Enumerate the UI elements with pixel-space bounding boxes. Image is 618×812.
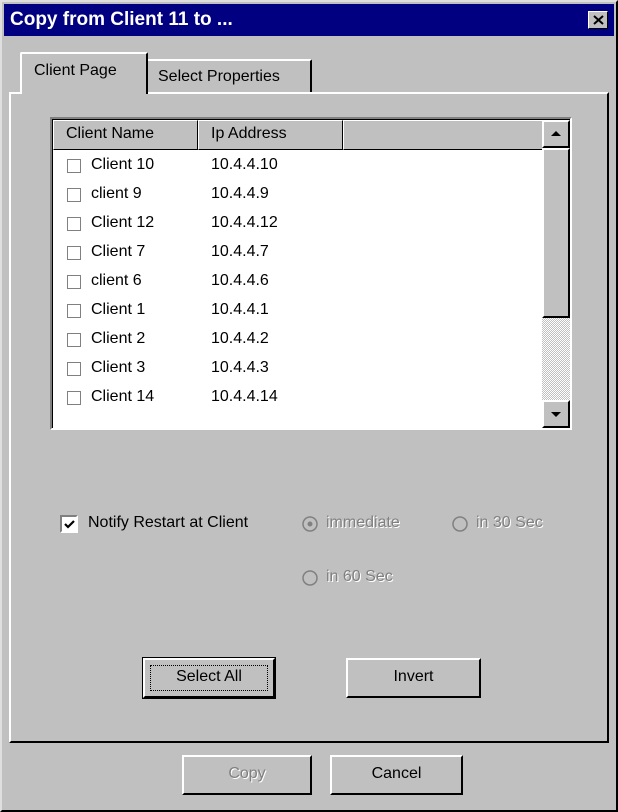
list-header: Client Name Ip Address (53, 120, 543, 150)
list-item[interactable]: client 9 10.4.4.9 (53, 181, 543, 210)
select-all-button[interactable]: Select All (142, 657, 276, 699)
copy-label: Copy (228, 765, 266, 782)
checkmark-icon (64, 520, 75, 529)
client-ip: 10.4.4.3 (211, 359, 269, 376)
column-header-empty[interactable] (343, 120, 543, 150)
invert-label: Invert (393, 668, 434, 685)
client-name: Client 2 (91, 330, 146, 347)
radio-unselected-icon (302, 570, 318, 586)
client-ip: 10.4.4.12 (211, 214, 278, 231)
cancel-label: Cancel (371, 765, 422, 782)
tab-select-properties-label: Select Properties (158, 68, 280, 85)
client-ip: 10.4.4.1 (211, 301, 269, 318)
client-ip: 10.4.4.2 (211, 330, 269, 347)
scroll-up-button[interactable] (542, 120, 570, 148)
tab-client-page-label: Client Page (34, 62, 117, 79)
notify-restart-label: Notify Restart at Client (88, 514, 249, 531)
list-item[interactable]: Client 14 10.4.4.14 (53, 384, 543, 413)
row-checkbox[interactable] (67, 246, 81, 260)
row-checkbox[interactable] (67, 362, 81, 376)
list-item[interactable]: Client 3 10.4.4.3 (53, 355, 543, 384)
arrow-up-icon (551, 131, 561, 136)
list-item[interactable]: Client 12 10.4.4.12 (53, 210, 543, 239)
title-bar[interactable]: Copy from Client 11 to ... (4, 4, 614, 36)
row-checkbox[interactable] (67, 188, 81, 202)
row-checkbox[interactable] (67, 333, 81, 347)
radio-in-30-sec-label: in 30 Sec (476, 514, 543, 531)
client-ip: 10.4.4.7 (211, 243, 269, 260)
row-checkbox[interactable] (67, 275, 81, 289)
client-list[interactable]: Client Name Ip Address Client 10 10.4.4.… (50, 117, 572, 430)
row-checkbox[interactable] (67, 391, 81, 405)
column-header-ip-address[interactable]: Ip Address (198, 120, 343, 150)
client-ip: 10.4.4.14 (211, 388, 278, 405)
column-header-ip-address-label: Ip Address (211, 125, 287, 142)
close-icon (593, 15, 604, 25)
list-item[interactable]: Client 1 10.4.4.1 (53, 297, 543, 326)
list-item[interactable]: Client 10 10.4.4.10 (53, 152, 543, 181)
client-name: Client 7 (91, 243, 146, 260)
client-ip: 10.4.4.10 (211, 156, 278, 173)
client-name: Client 3 (91, 359, 146, 376)
focus-rect (150, 665, 268, 691)
radio-immediate-label: immediate (326, 514, 400, 531)
radio-unselected-icon (452, 516, 468, 532)
client-name: client 6 (91, 272, 142, 289)
column-header-client-name[interactable]: Client Name (53, 120, 198, 150)
client-name: Client 14 (91, 388, 155, 405)
radio-in-60-sec-label: in 60 Sec (326, 568, 393, 585)
notify-restart-checkbox-box[interactable] (60, 515, 78, 533)
tab-client-page[interactable]: Client Page (20, 52, 148, 94)
invert-button[interactable]: Invert (346, 658, 481, 698)
column-header-client-name-label: Client Name (66, 125, 155, 142)
tab-select-properties[interactable]: Select Properties (146, 59, 312, 93)
cancel-button[interactable]: Cancel (330, 755, 463, 795)
list-rows: Client 10 10.4.4.10 client 9 10.4.4.9 Cl… (53, 152, 543, 413)
scroll-down-button[interactable] (542, 400, 570, 428)
client-name: Client 12 (91, 214, 155, 231)
arrow-down-icon (551, 412, 561, 417)
row-checkbox[interactable] (67, 304, 81, 318)
client-name: Client 1 (91, 301, 146, 318)
list-item[interactable]: Client 7 10.4.4.7 (53, 239, 543, 268)
scroll-thumb[interactable] (542, 148, 570, 318)
client-name: client 9 (91, 185, 142, 202)
client-ip: 10.4.4.6 (211, 272, 269, 289)
copy-button[interactable]: Copy (182, 755, 312, 795)
radio-selected-icon (302, 516, 318, 532)
client-ip: 10.4.4.9 (211, 185, 269, 202)
row-checkbox[interactable] (67, 159, 81, 173)
window-title: Copy from Client 11 to ... (10, 9, 233, 30)
row-checkbox[interactable] (67, 217, 81, 231)
list-item[interactable]: client 6 10.4.4.6 (53, 268, 543, 297)
vertical-scrollbar[interactable] (542, 120, 570, 428)
list-item[interactable]: Client 2 10.4.4.2 (53, 326, 543, 355)
client-name: Client 10 (91, 156, 155, 173)
close-button[interactable] (588, 11, 608, 29)
